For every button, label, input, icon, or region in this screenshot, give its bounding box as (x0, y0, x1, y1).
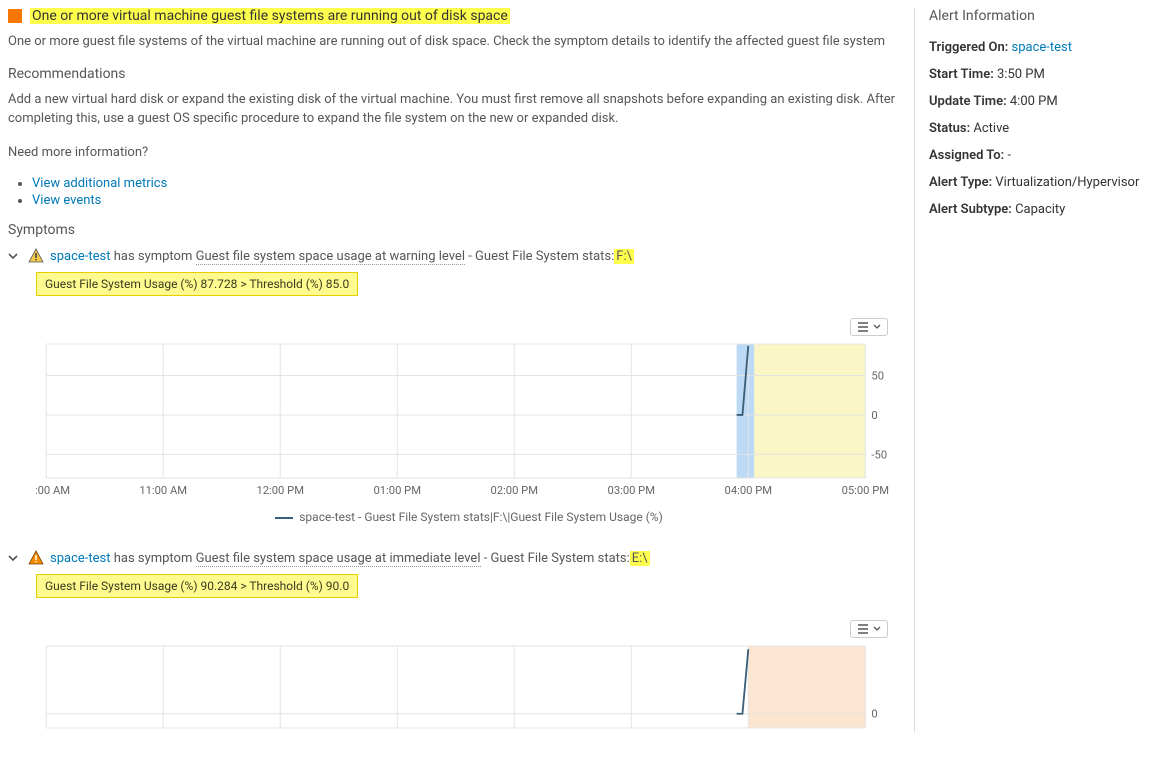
more-info-question: Need more information? (8, 143, 902, 163)
symptom-1-toggle[interactable] (8, 251, 18, 261)
hamburger-icon (857, 624, 869, 634)
start-time-row: Start Time: 3:50 PM (929, 67, 1162, 82)
symptom-2-text: space-test has symptom Guest file system… (50, 551, 650, 566)
warning-icon (28, 248, 44, 264)
status-row: Status: Active (929, 121, 1162, 136)
svg-text:0: 0 (871, 409, 877, 422)
alert-info-heading: Alert Information (929, 8, 1162, 24)
triggered-on-row: Triggered On: space-test (929, 40, 1162, 55)
symptom-1-text: space-test has symptom Guest file system… (50, 249, 634, 264)
svg-text:01:00 PM: 01:00 PM (373, 484, 420, 497)
svg-text:03:00 PM: 03:00 PM (608, 484, 655, 497)
alert-type-row: Alert Type: Virtualization/Hypervisor (929, 175, 1162, 190)
svg-text:11:00 AM: 11:00 AM (139, 484, 187, 497)
symptom-1-legend: space-test - Guest File System stats|F:\… (36, 510, 902, 524)
svg-text:02:00 PM: 02:00 PM (491, 484, 538, 497)
link-view-events[interactable]: View events (32, 193, 101, 208)
svg-text:04:00 PM: 04:00 PM (725, 484, 772, 497)
symptom-1-entity-link[interactable]: space-test (50, 249, 110, 264)
symptom-2-metric-pill: Guest File System Usage (%) 90.284 > Thr… (36, 574, 358, 598)
triggered-on-link[interactable]: space-test (1012, 40, 1072, 55)
alert-subtype-row: Alert Subtype: Capacity (929, 202, 1162, 217)
symptom-2-toggle[interactable] (8, 553, 18, 563)
alert-description: One or more guest file systems of the vi… (8, 32, 902, 52)
symptoms-heading: Symptoms (8, 222, 902, 238)
svg-text:0: 0 (871, 708, 877, 721)
svg-text:-50: -50 (871, 448, 887, 461)
alert-title: One or more virtual machine guest file s… (30, 8, 510, 24)
chart-2-menu-button[interactable] (850, 620, 888, 638)
svg-text:12:00 PM: 12:00 PM (256, 484, 303, 497)
warning-icon (28, 550, 44, 566)
chart-1-menu-button[interactable] (850, 318, 888, 336)
symptom-1-metric-pill: Guest File System Usage (%) 87.728 > Thr… (36, 272, 358, 296)
chevron-down-icon (873, 625, 881, 633)
link-view-additional-metrics[interactable]: View additional metrics (32, 176, 167, 191)
assigned-to-row: Assigned To: - (929, 148, 1162, 163)
recommendations-body: Add a new virtual hard disk or expand th… (8, 90, 902, 129)
alert-severity-icon (8, 9, 22, 23)
chevron-down-icon (873, 323, 881, 331)
svg-text:10:00 AM: 10:00 AM (36, 484, 70, 497)
symptom-1-chart[interactable]: -50 0 50 10:00 AM 11:00 AM 12:00 PM 01:00 PM 02… (36, 340, 902, 500)
svg-text:50: 50 (871, 370, 884, 383)
hamburger-icon (857, 322, 869, 332)
symptom-2-chart[interactable]: 0 (36, 642, 902, 732)
svg-text:05:00 PM: 05:00 PM (842, 484, 889, 497)
recommendations-heading: Recommendations (8, 66, 902, 82)
symptom-2-entity-link[interactable]: space-test (50, 551, 110, 566)
update-time-row: Update Time: 4:00 PM (929, 94, 1162, 109)
